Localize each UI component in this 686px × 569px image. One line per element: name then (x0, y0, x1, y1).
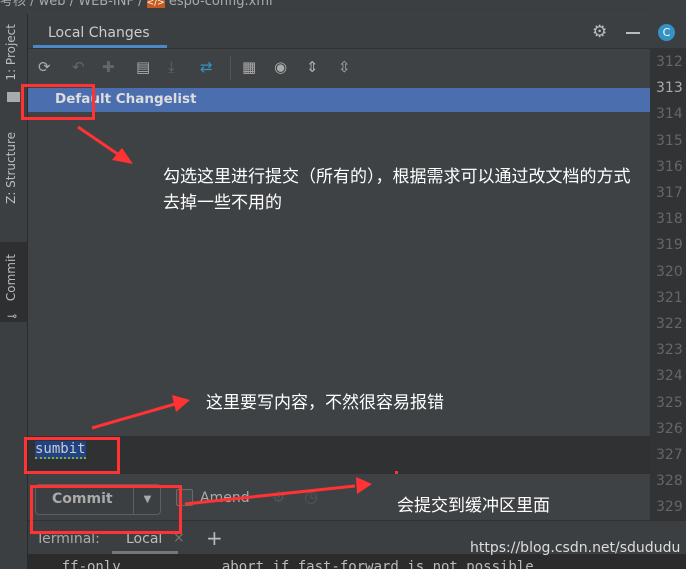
watermark: https://blog.csdn.net/sdududu (470, 540, 681, 556)
annotation-text: 会提交到缓冲区里面 (397, 496, 550, 516)
annotation-text: 这里要写内容，不然很容易报错 (206, 393, 444, 413)
annotation-arrows (77, 125, 398, 506)
annotation-text: 勾选这里进行提交（所有的），根据需求可以通过改文档的方式去掉一些不用的 (163, 167, 631, 213)
